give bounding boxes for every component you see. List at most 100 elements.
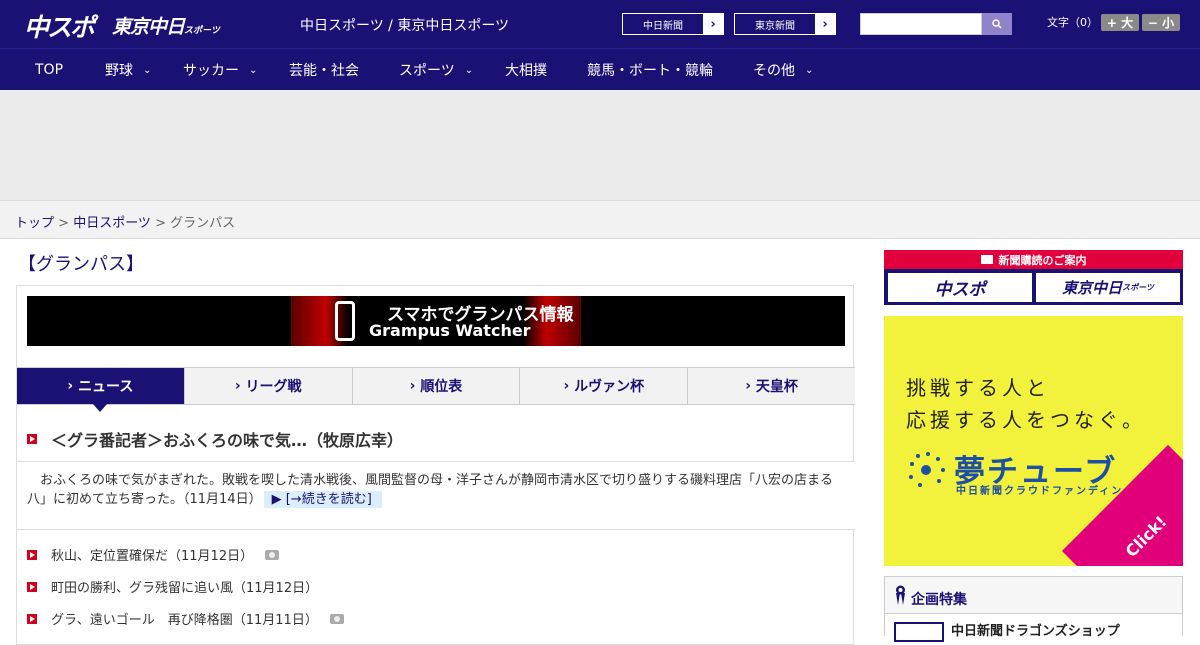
chevron-down-icon: ⌄	[805, 64, 814, 76]
tab-marker-icon: ›	[409, 378, 416, 394]
bullet-arrow-icon	[27, 549, 37, 560]
bullet-arrow-icon	[27, 613, 37, 624]
smartphone-icon	[335, 301, 355, 341]
headline-text: ＜グラ番記者＞おふくろの味で気…（牧原広幸）	[51, 431, 404, 450]
breadcrumb-bar: トップ > 中日スポーツ > グランパス	[0, 200, 1200, 239]
search-input[interactable]	[860, 13, 982, 35]
bullet-arrow-icon	[27, 434, 37, 444]
subscribe-tokyo-sub: スポーツ	[1122, 283, 1154, 292]
main-nav: TOP 野球 ⌄ サッカー ⌄ 芸能・社会 スポーツ ⌄ 大相撲 競馬・ボート・競輪 …	[0, 48, 1200, 90]
nav-item-racing[interactable]: 競馬・ボート・競輪	[587, 49, 713, 91]
breadcrumb-current: グランパス	[170, 216, 236, 231]
news-title: 町田の勝利、グラ残留に追い風（11月12日）	[51, 581, 319, 596]
tab-bar: › ニュース › リーグ戦 › 順位表 › ルヴァン杯 › 天皇杯	[17, 367, 855, 412]
lede-box: おふくろの味で気がまぎれた。敗戦を喫した清水戦後、風間監督の母・洋子さんが静岡市…	[17, 461, 855, 530]
breadcrumb-separator: >	[150, 216, 171, 231]
lede-text: おふくろの味で気がまぎれた。敗戦を喫した清水戦後、風間監督の母・洋子さんが静岡市…	[27, 473, 834, 507]
nav-item-entertainment[interactable]: 芸能・社会	[289, 49, 359, 91]
breadcrumb-chunichi-sports[interactable]: 中日スポーツ	[73, 216, 151, 231]
banner-line2: Grampus Watcher	[369, 321, 531, 340]
tokyo-shimbun-link[interactable]: 東京新聞 ›	[734, 13, 836, 35]
font-size-label: 文字（0）	[1047, 16, 1098, 29]
nav-label: 野球	[105, 63, 133, 79]
subscription-heading: 新聞購読のご案内	[884, 250, 1183, 269]
font-smaller-button[interactable]: − 小	[1142, 14, 1180, 31]
tokyo-shimbun-label: 東京新聞	[755, 20, 795, 32]
list-item[interactable]: グラ、遠いゴール 再び降格圏（11月11日）	[27, 609, 344, 628]
tab-marker-icon: ›	[563, 378, 570, 394]
top-header: 中スポ 東京中日スポーツ 中日スポーツ / 東京中日スポーツ 中日新聞 › 東京…	[0, 0, 1200, 48]
tab-label: 天皇杯	[755, 379, 798, 395]
chunichi-shimbun-label: 中日新聞	[643, 20, 683, 32]
nav-label: TOP	[35, 62, 64, 78]
yume-ad-line2: 応援する人をつなぐ。	[906, 408, 1146, 432]
nav-item-soccer[interactable]: サッカー ⌄	[183, 49, 257, 91]
news-title: グラ、遠いゴール 再び降格圏（11月11日）	[51, 613, 318, 628]
camera-icon	[265, 549, 280, 560]
dots-logo-icon	[909, 452, 945, 487]
page-title: 【グランパス】	[18, 254, 144, 275]
subscribe-tokyo-chunichi-button[interactable]: 東京中日 スポーツ	[1036, 273, 1180, 302]
breadcrumb: トップ > 中日スポーツ > グランパス	[15, 212, 235, 231]
nav-item-baseball[interactable]: 野球 ⌄	[105, 49, 151, 91]
tab-marker-icon: ›	[745, 378, 752, 394]
camera-icon	[329, 613, 344, 624]
list-item[interactable]: 秋山、定位置確保だ（11月12日）	[27, 545, 280, 564]
feature-thumbnail	[894, 622, 944, 642]
chuspo-logo[interactable]: 中スポ	[24, 8, 95, 44]
tokyo-chunichi-logo-sub: スポーツ	[184, 26, 220, 36]
tab-label: リーグ戦	[245, 379, 302, 395]
tab-news[interactable]: › ニュース	[17, 368, 185, 412]
yume-tube-ad[interactable]: 挑戦する人と 応援する人をつなぐ。 夢チューブ 中日新聞クラウドファンディング …	[884, 316, 1183, 566]
font-bigger-button[interactable]: + 大	[1101, 14, 1139, 31]
nav-item-sumo[interactable]: 大相撲	[505, 49, 547, 91]
nav-label: サッカー	[183, 63, 239, 79]
nav-label: 芸能・社会	[289, 63, 359, 79]
feature-item[interactable]: 中日新聞ドラゴンズショップ	[885, 613, 1182, 642]
newspaper-icon	[980, 255, 993, 264]
tab-emperors-cup[interactable]: › 天皇杯	[688, 368, 855, 404]
subscribe-tokyo-label: 東京中日	[1062, 279, 1123, 297]
nav-item-other[interactable]: その他 ⌄	[753, 49, 813, 91]
tab-marker-icon: ›	[234, 378, 241, 394]
feature-title: 企画特集	[911, 592, 967, 608]
nav-item-sports[interactable]: スポーツ ⌄	[399, 49, 473, 91]
search-button[interactable]	[982, 13, 1012, 35]
news-title: 秋山、定位置確保だ（11月12日）	[51, 549, 254, 564]
read-more-link[interactable]: ▶ [→続きを読む]	[263, 491, 382, 508]
yume-ad-line1: 挑戦する人と	[906, 376, 1050, 400]
tokyo-chunichi-logo-text: 東京中日	[112, 16, 185, 38]
subscription-box: 新聞購読のご案内 中スポ 東京中日 スポーツ	[884, 250, 1183, 305]
tab-levain-cup[interactable]: › ルヴァン杯	[520, 368, 689, 404]
yume-ad-sub: 中日新聞クラウドファンディング	[956, 486, 1136, 497]
news-panel: スマホでグランパス情報 Grampus Watcher › ニュース › リーグ…	[16, 285, 855, 645]
nav-item-top[interactable]: TOP	[35, 49, 63, 91]
feature-box: 企画特集 中日新聞ドラゴンズショップ	[884, 576, 1183, 642]
search-box	[860, 13, 1012, 35]
nav-label: 大相撲	[505, 63, 547, 79]
tokyo-chunichi-logo[interactable]: 東京中日スポーツ	[112, 12, 220, 39]
chunichi-shimbun-link[interactable]: 中日新聞 ›	[622, 13, 724, 35]
grampus-watcher-banner[interactable]: スマホでグランパス情報 Grampus Watcher	[27, 296, 845, 346]
breadcrumb-separator: >	[54, 216, 74, 231]
subscribe-chuspo-button[interactable]: 中スポ	[888, 273, 1032, 302]
nav-label: その他	[753, 63, 795, 79]
list-item[interactable]: 町田の勝利、グラ残留に追い風（11月12日）	[27, 577, 318, 596]
headline[interactable]: ＜グラ番記者＞おふくろの味で気…（牧原広幸）	[27, 427, 403, 451]
chevron-right-icon: ›	[815, 14, 835, 34]
nav-label: スポーツ	[399, 63, 455, 79]
tab-label: ルヴァン杯	[574, 379, 645, 395]
subscription-heading-text: 新聞購読のご案内	[998, 253, 1087, 267]
tab-standings[interactable]: › 順位表	[353, 368, 521, 404]
tab-label: 順位表	[420, 379, 463, 395]
ad-placeholder	[0, 90, 1200, 200]
chevron-down-icon: ⌄	[143, 64, 152, 76]
tab-league[interactable]: › リーグ戦	[185, 368, 353, 404]
breadcrumb-top[interactable]: トップ	[15, 216, 54, 231]
chevron-down-icon: ⌄	[464, 64, 474, 76]
lede: おふくろの味で気がまぎれた。敗戦を喫した清水戦後、風間監督の母・洋子さんが静岡市…	[27, 471, 842, 509]
search-icon	[992, 19, 1002, 29]
tab-marker-icon: ›	[67, 378, 74, 394]
chevron-down-icon: ⌄	[249, 64, 258, 76]
nav-label: 競馬・ボート・競輪	[587, 63, 713, 79]
